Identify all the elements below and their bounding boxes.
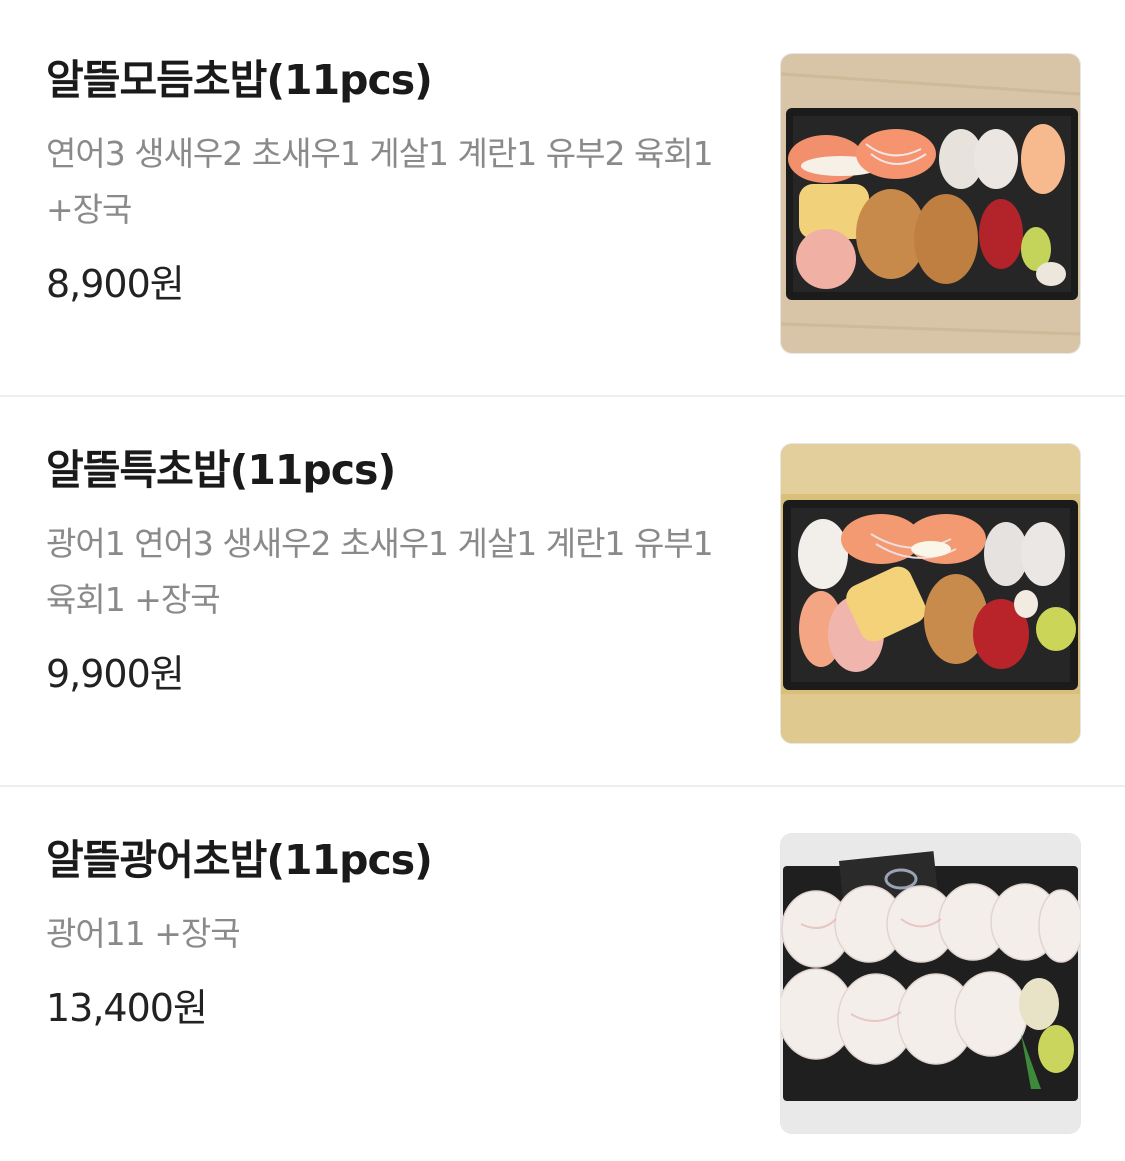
menu-item-price: 13,400원 xyxy=(46,986,208,1030)
assorted-sushi-photo xyxy=(781,54,1080,353)
menu-item[interactable]: 알뜰특초밥(11pcs) 광어1 연어3 생새우2 초새우1 게살1 계란1 유… xyxy=(0,397,1125,787)
menu-item-text: 알뜰특초밥(11pcs) 광어1 연어3 생새우2 초새우1 게살1 계란1 유… xyxy=(46,444,746,698)
special-sushi-photo xyxy=(781,444,1080,743)
menu-item-description: 광어11 +장국 xyxy=(46,914,241,953)
menu-item-price: 9,900원 xyxy=(46,652,185,696)
menu-item-name: 알뜰광어초밥(11pcs) xyxy=(46,836,433,884)
menu-item-name: 알뜰모듬초밥(11pcs) xyxy=(46,56,433,104)
menu-item-text: 알뜰광어초밥(11pcs) 광어11 +장국 13,400원 xyxy=(46,834,746,1032)
menu-list: 알뜰모듬초밥(11pcs) 연어3 생새우2 초새우1 게살1 계란1 유부2 … xyxy=(0,0,1125,1161)
menu-item[interactable]: 알뜰모듬초밥(11pcs) 연어3 생새우2 초새우1 게살1 계란1 유부2 … xyxy=(0,0,1125,397)
menu-item-photo[interactable] xyxy=(780,443,1081,744)
menu-item-price: 8,900원 xyxy=(46,262,185,306)
flatfish-sushi-photo xyxy=(781,834,1080,1133)
menu-item-photo[interactable] xyxy=(780,833,1081,1134)
menu-item-description: 연어3 생새우2 초새우1 게살1 계란1 유부2 육회1 +장국 xyxy=(46,134,714,229)
menu-item-text: 알뜰모듬초밥(11pcs) 연어3 생새우2 초새우1 게살1 계란1 유부2 … xyxy=(46,54,746,308)
menu-item-description: 광어1 연어3 생새우2 초새우1 게살1 계란1 유부1 육회1 +장국 xyxy=(46,524,714,619)
menu-item-photo[interactable] xyxy=(780,53,1081,354)
menu-item[interactable]: 알뜰광어초밥(11pcs) 광어11 +장국 13,400원 xyxy=(0,787,1125,1161)
menu-item-name: 알뜰특초밥(11pcs) xyxy=(46,446,396,494)
